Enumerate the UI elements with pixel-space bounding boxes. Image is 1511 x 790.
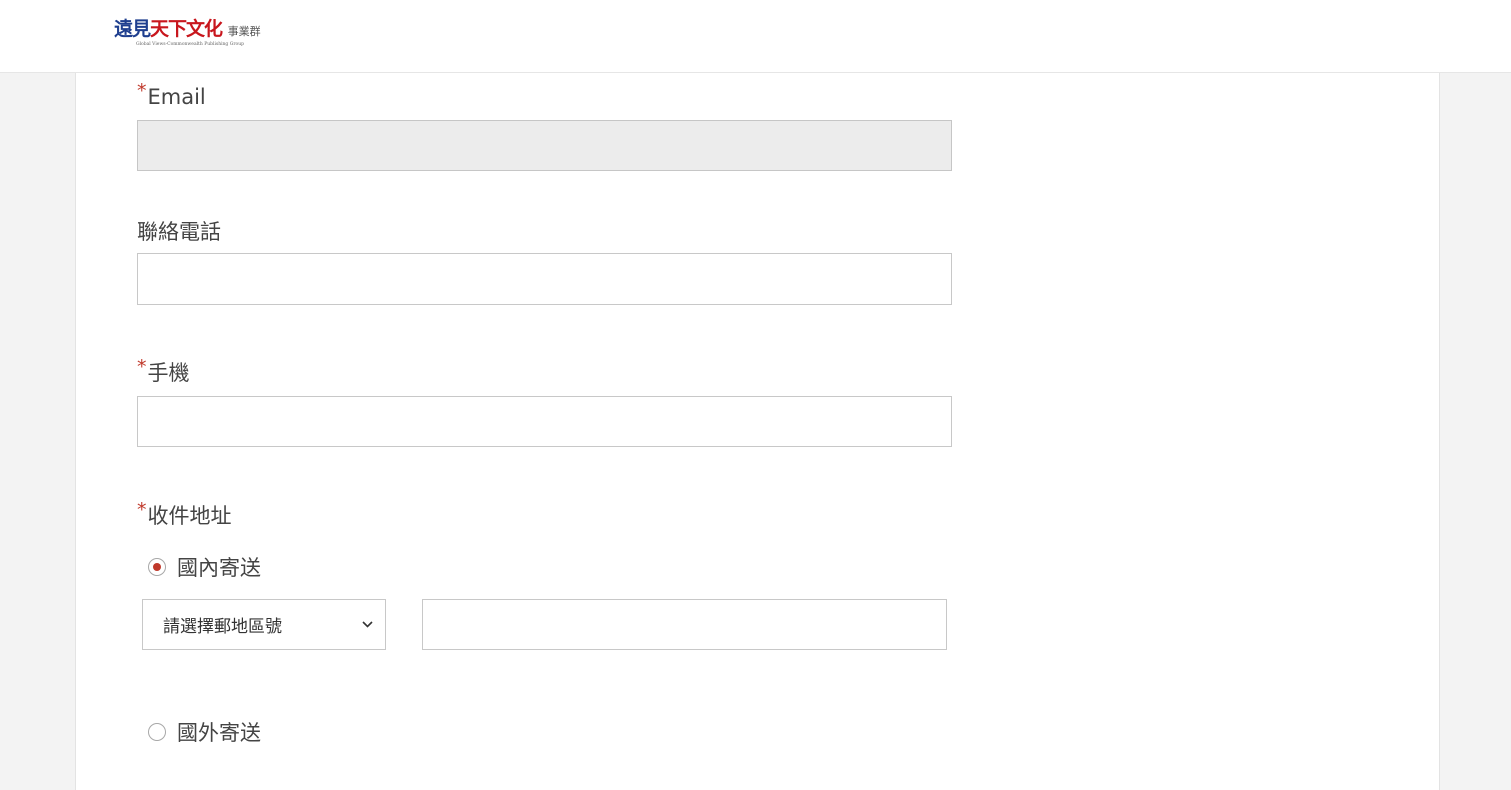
address-field[interactable] xyxy=(422,599,947,650)
mobile-label-text: 手機 xyxy=(147,361,190,385)
brand-logo[interactable]: 遠見天下文化 事業群 Global Views-Commonwealth Pub… xyxy=(114,17,261,53)
address-label: *收件地址 xyxy=(137,499,232,530)
required-mark: * xyxy=(137,499,147,521)
mobile-label: *手機 xyxy=(137,356,190,387)
mobile-field[interactable] xyxy=(137,396,952,447)
radio-domestic-control[interactable] xyxy=(148,558,166,576)
required-mark: * xyxy=(137,356,147,378)
radio-domestic[interactable]: 國內寄送 xyxy=(148,554,261,580)
phone-label: 聯絡電話 xyxy=(137,219,221,245)
required-mark: * xyxy=(137,80,147,102)
email-label-text: Email xyxy=(147,85,206,109)
logo-part-1: 遠見 xyxy=(114,18,151,40)
site-header: 遠見天下文化 事業群 Global Views-Commonwealth Pub… xyxy=(0,0,1511,73)
email-label: *Email xyxy=(137,80,206,111)
logo-subtitle: Global Views-Commonwealth Publishing Gro… xyxy=(136,42,244,47)
radio-overseas-control[interactable] xyxy=(148,723,166,741)
radio-overseas[interactable]: 國外寄送 xyxy=(148,719,261,745)
zip-code-select[interactable]: 請選擇郵地區號 xyxy=(142,599,386,650)
email-field[interactable] xyxy=(137,120,952,171)
logo-part-3: 事業群 xyxy=(227,25,261,38)
radio-overseas-label: 國外寄送 xyxy=(177,721,261,745)
address-label-text: 收件地址 xyxy=(147,504,232,528)
phone-label-text: 聯絡電話 xyxy=(137,220,221,244)
zip-code-select-value: 請選擇郵地區號 xyxy=(163,617,282,637)
logo-wordmark: 遠見天下文化 事業群 xyxy=(114,17,261,44)
chevron-down-icon xyxy=(361,619,373,631)
logo-part-2: 天下文化 xyxy=(150,18,223,40)
radio-domestic-label: 國內寄送 xyxy=(177,556,261,580)
phone-field[interactable] xyxy=(137,253,952,305)
form-panel: *Email 聯絡電話 *手機 *收件地址 國內寄送 請選擇郵地區號 國外寄送 xyxy=(75,73,1440,790)
